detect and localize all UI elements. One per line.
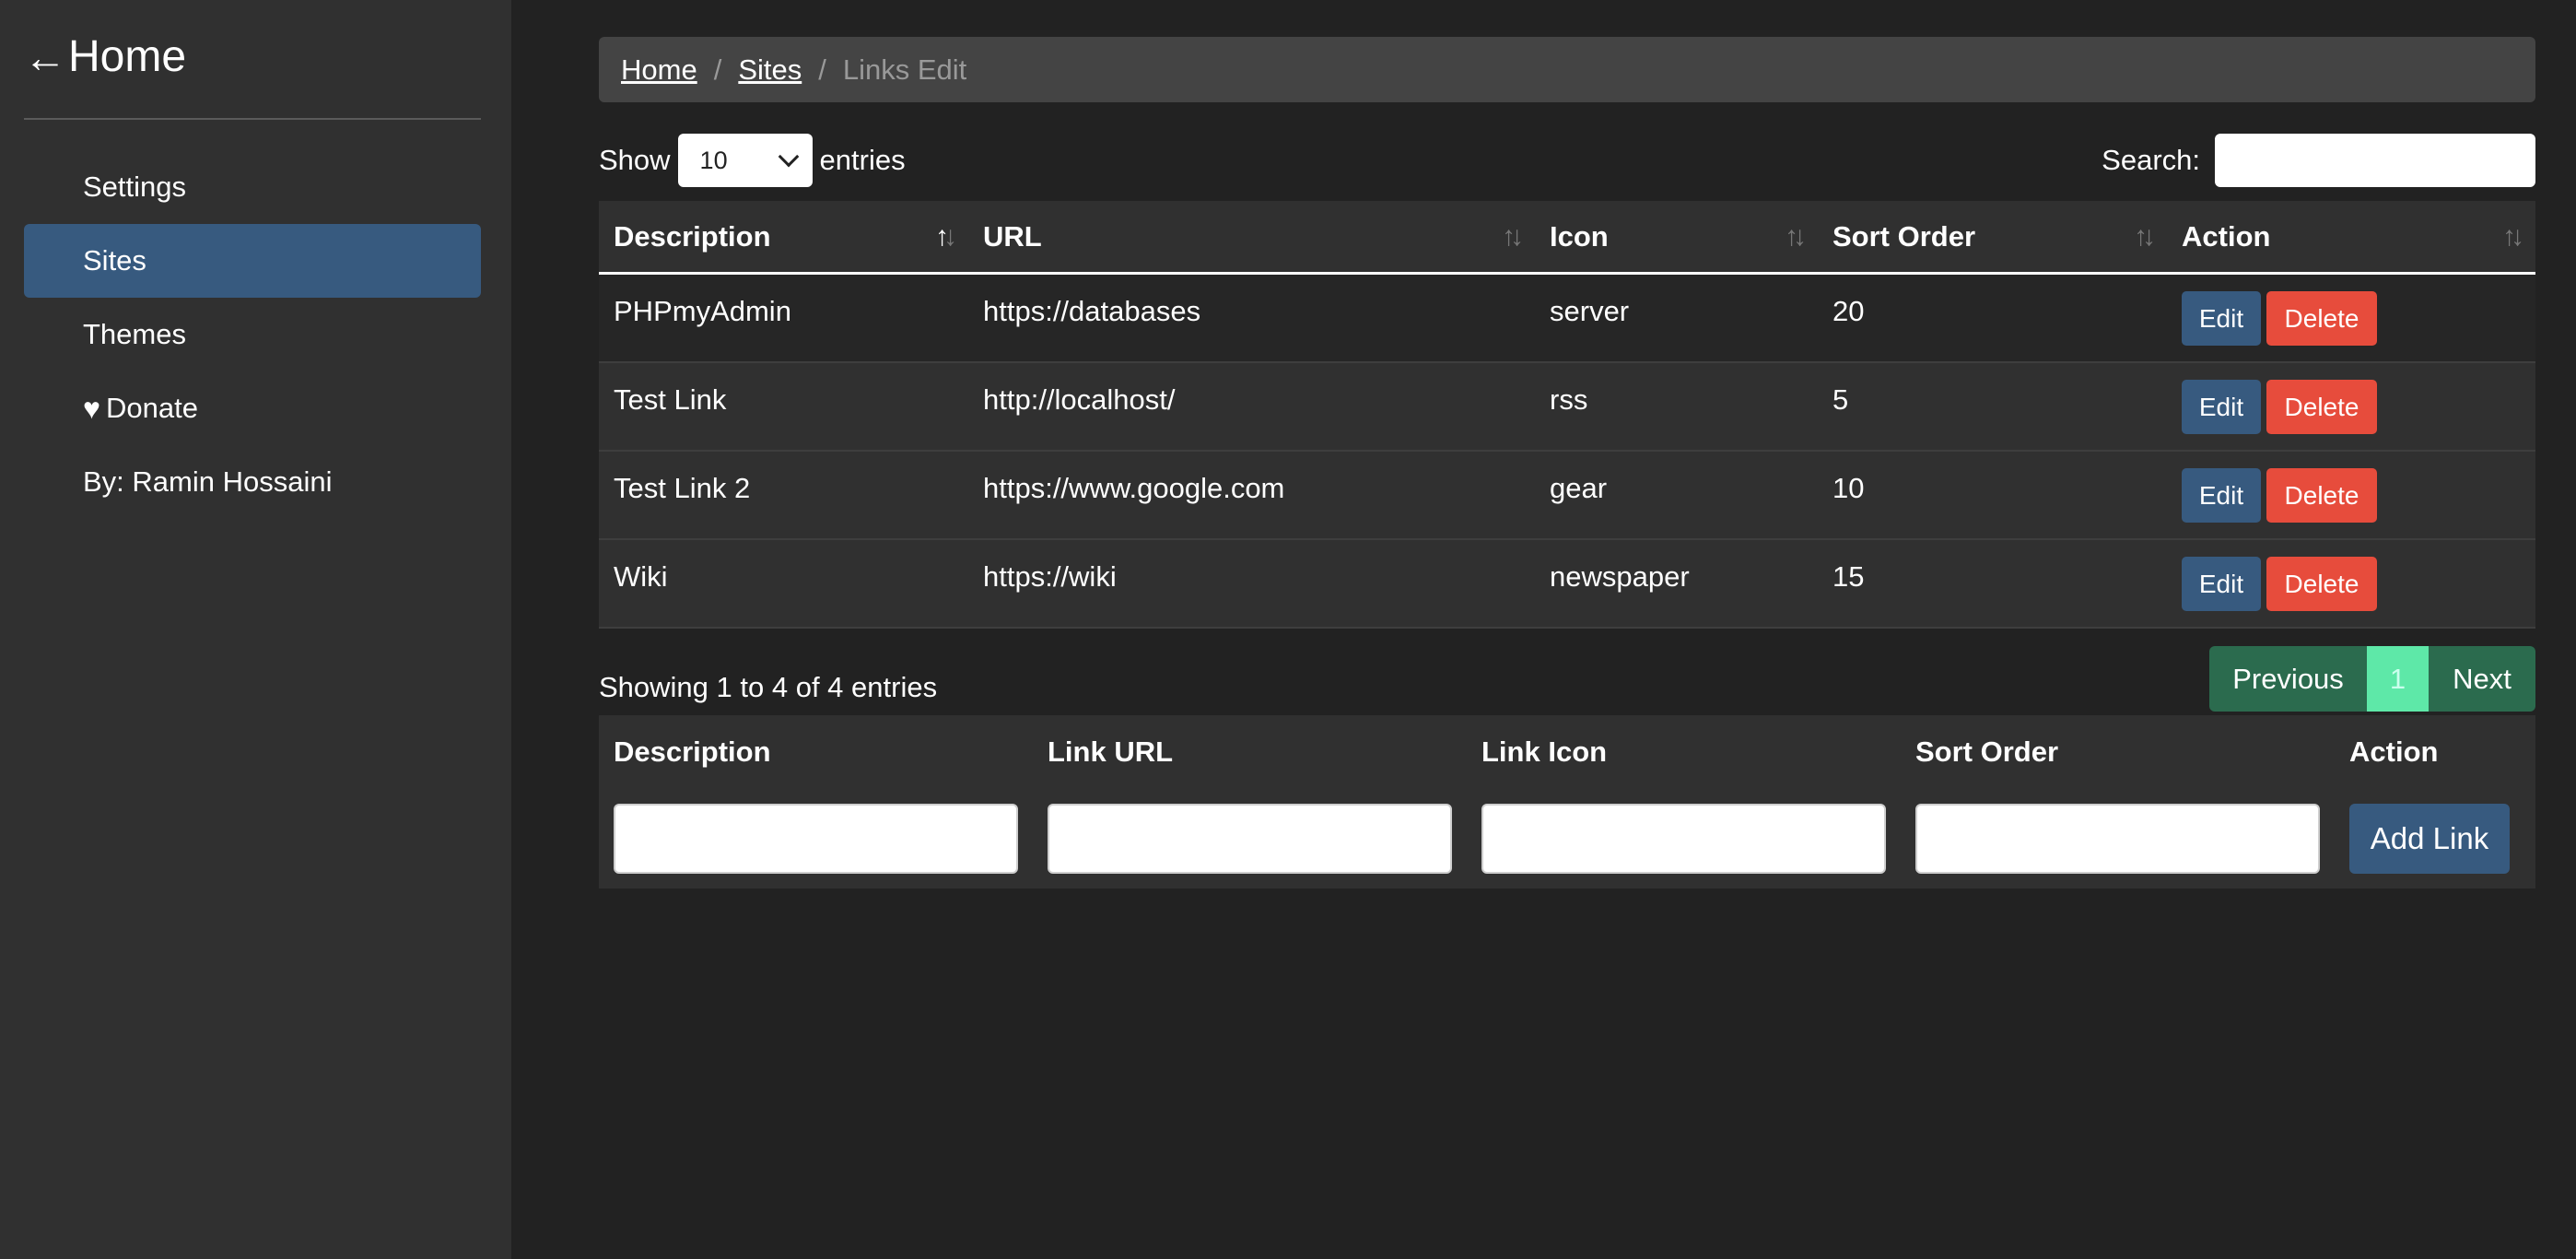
link-icon-input[interactable] (1481, 804, 1886, 874)
table-row: Wiki https://wiki newspaper 15 Edit Dele… (599, 540, 2535, 629)
pagination: Previous 1 Next (2209, 646, 2535, 712)
table-info: Showing 1 to 4 of 4 entries (599, 671, 938, 703)
edit-button[interactable]: Edit (2182, 291, 2261, 346)
add-link-form: Description Link URL Link Icon Sort Orde… (599, 715, 2535, 888)
add-link-button[interactable]: Add Link (2349, 804, 2510, 874)
breadcrumb-sites[interactable]: Sites (738, 53, 802, 87)
form-header-action: Action (2349, 735, 2439, 768)
form-header-link-icon: Link Icon (1481, 735, 1608, 768)
sort-icon: ↑↓ (1785, 221, 1807, 252)
edit-button[interactable]: Edit (2182, 380, 2261, 434)
delete-button[interactable]: Delete (2266, 291, 2377, 346)
search-label: Search: (2102, 144, 2200, 176)
sidebar: ← Home Settings Sites Themes ♥ Donate By… (0, 0, 511, 1259)
cell-url: https://databases (983, 295, 1201, 327)
column-header-url[interactable]: URL ↑↓ (968, 201, 1535, 272)
sidebar-divider (24, 118, 481, 120)
chevron-down-icon (778, 146, 799, 168)
table-row: Test Link 2 https://www.google.com gear … (599, 452, 2535, 540)
search-control: Search: (2102, 134, 2535, 187)
breadcrumb-separator: / (818, 53, 826, 86)
entries-select[interactable]: 10 (677, 134, 813, 187)
form-header-link-url: Link URL (1048, 735, 1174, 768)
breadcrumb: Home / Sites / Links Edit (599, 37, 2535, 102)
column-header-label: Icon (1550, 219, 1609, 253)
column-header-label: Action (2182, 219, 2271, 253)
cell-url: https://www.google.com (983, 472, 1285, 504)
cell-icon: gear (1550, 472, 1608, 504)
entries-control: Show 10 entries (599, 134, 906, 187)
sidebar-item-label: By: Ramin Hossaini (83, 465, 333, 498)
edit-button[interactable]: Edit (2182, 468, 2261, 523)
cell-actions: Edit Delete (2167, 363, 2535, 450)
link-url-input[interactable] (1048, 804, 1452, 874)
cell-sort-order: 5 (1832, 383, 1849, 416)
cell-url: http://localhost/ (983, 383, 1176, 416)
cell-actions: Edit Delete (2167, 540, 2535, 627)
home-label: Home (68, 32, 187, 81)
sidebar-item-label: Themes (83, 318, 186, 350)
sort-icon: ↑↓ (2502, 221, 2524, 252)
form-header-sort-order: Sort Order (1915, 735, 2059, 768)
form-header-description: Description (614, 735, 771, 768)
edit-button[interactable]: Edit (2182, 557, 2261, 611)
column-header-sort-order[interactable]: Sort Order ↑↓ (1818, 201, 2167, 272)
sidebar-nav: Settings Sites Themes ♥ Donate By: Ramin… (24, 150, 481, 519)
cell-description: Test Link 2 (614, 472, 751, 504)
sidebar-item-donate[interactable]: ♥ Donate (24, 371, 481, 445)
cell-actions: Edit Delete (2167, 452, 2535, 538)
cell-icon: server (1550, 295, 1630, 327)
description-input[interactable] (614, 804, 1018, 874)
sidebar-item-author[interactable]: By: Ramin Hossaini (24, 445, 481, 519)
previous-page-button[interactable]: Previous (2209, 646, 2367, 712)
delete-button[interactable]: Delete (2266, 468, 2377, 523)
column-header-icon[interactable]: Icon ↑↓ (1535, 201, 1818, 272)
cell-description: PHPmyAdmin (614, 295, 791, 327)
cell-actions: Edit Delete (2167, 275, 2535, 361)
column-header-label: Sort Order (1832, 219, 1976, 253)
column-header-label: URL (983, 219, 1042, 253)
entries-label: entries (819, 144, 906, 176)
sidebar-item-label: Settings (83, 171, 187, 203)
sort-order-input[interactable] (1915, 804, 2320, 874)
cell-url: https://wiki (983, 560, 1117, 593)
table-row: PHPmyAdmin https://databases server 20 E… (599, 275, 2535, 363)
sort-icon: ↑↓ (1502, 221, 1524, 252)
cell-sort-order: 15 (1832, 560, 1865, 593)
delete-button[interactable]: Delete (2266, 557, 2377, 611)
sidebar-item-themes[interactable]: Themes (24, 298, 481, 371)
cell-icon: newspaper (1550, 560, 1690, 593)
sort-asc-icon: ↑↓ (935, 221, 957, 252)
breadcrumb-home[interactable]: Home (621, 53, 697, 87)
cell-description: Wiki (614, 560, 668, 593)
sidebar-item-sites[interactable]: Sites (24, 224, 481, 298)
delete-button[interactable]: Delete (2266, 380, 2377, 434)
cell-sort-order: 10 (1832, 472, 1865, 504)
column-header-label: Description (614, 219, 771, 253)
back-arrow-icon: ← (24, 33, 66, 81)
search-input[interactable] (2215, 134, 2535, 187)
sidebar-item-settings[interactable]: Settings (24, 150, 481, 224)
show-label: Show (599, 144, 671, 176)
column-header-action[interactable]: Action ↑↓ (2167, 201, 2535, 272)
next-page-button[interactable]: Next (2429, 646, 2535, 712)
heart-icon: ♥ (83, 391, 100, 425)
table-row: Test Link http://localhost/ rss 5 Edit D… (599, 363, 2535, 452)
sidebar-item-label: Sites (83, 244, 146, 277)
page-1-button[interactable]: 1 (2367, 646, 2429, 712)
column-header-description[interactable]: Description ↑↓ (599, 201, 968, 272)
cell-description: Test Link (614, 383, 727, 416)
sidebar-item-label: Donate (106, 392, 198, 424)
breadcrumb-current: Links Edit (842, 53, 967, 86)
cell-sort-order: 20 (1832, 295, 1865, 327)
breadcrumb-separator: / (713, 53, 722, 86)
entries-select-value: 10 (699, 146, 728, 174)
home-link[interactable]: ← Home (24, 28, 186, 87)
sort-icon: ↑↓ (2134, 221, 2156, 252)
cell-icon: rss (1550, 383, 1588, 416)
table-header: Description ↑↓ URL ↑↓ Icon ↑↓ Sort Order… (599, 201, 2535, 275)
links-table: Description ↑↓ URL ↑↓ Icon ↑↓ Sort Order… (599, 201, 2535, 629)
